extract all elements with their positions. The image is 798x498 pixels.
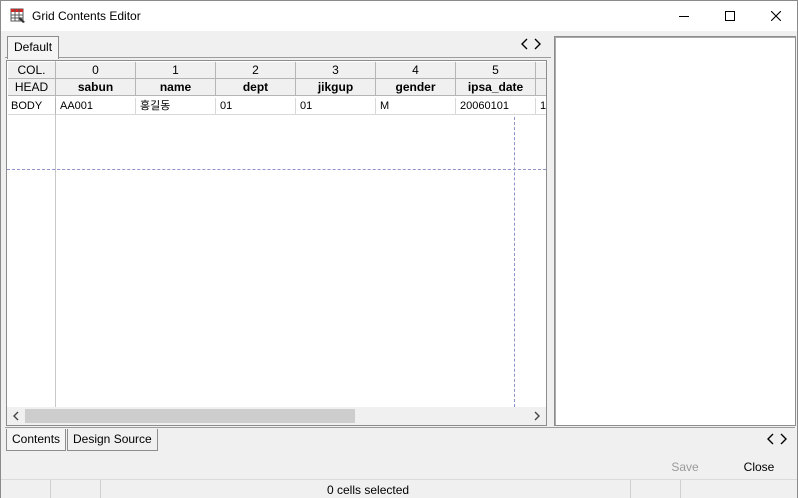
status-bar: 0 cells selected [1,479,797,498]
save-button[interactable]: Save [665,459,705,475]
close-icon [771,11,781,21]
title-bar: Grid Contents Editor [1,1,797,31]
tab-design-source[interactable]: Design Source [67,429,158,451]
head-row-header[interactable]: HEAD [8,79,56,96]
status-segment [631,480,681,498]
body-cell[interactable]: 01 [296,98,376,115]
view-tab-strip: Contents Design Source [5,427,795,451]
column-index-header[interactable]: 1 [136,62,216,79]
page-break-line-horizontal [7,169,546,170]
close-button[interactable]: Close [739,459,779,475]
grid-area[interactable]: COL. HEAD BODY 0 1 2 3 4 5 sabun name de… [7,61,546,407]
page-break-line-vertical [514,117,515,407]
column-index-header[interactable]: 0 [56,62,136,79]
column-index-header[interactable]: 2 [216,62,296,79]
col-row-header[interactable]: COL. [8,62,56,79]
preview-panel [554,36,796,426]
maximize-button[interactable] [707,1,753,31]
grid-contents-panel[interactable]: COL. HEAD BODY 0 1 2 3 4 5 sabun name de… [6,60,547,426]
body-cell[interactable]: 1 [536,98,546,115]
head-cell[interactable]: sabun [56,79,136,96]
head-cell[interactable] [536,79,546,96]
head-cell[interactable]: name [136,79,216,96]
head-cell[interactable]: jikgup [296,79,376,96]
column-index-header[interactable]: 5 [456,62,536,79]
head-cell[interactable]: ipsa_date [456,79,536,96]
close-window-button[interactable] [753,1,798,31]
body-cell[interactable]: 홍길동 [136,98,216,115]
bottom-tab-scroll-right-icon[interactable] [778,433,788,445]
tab-default[interactable]: Default [7,36,60,59]
body-cell[interactable]: 20060101 [456,98,536,115]
body-row-header[interactable]: BODY [8,98,56,115]
head-cell[interactable]: dept [216,79,296,96]
body-cell[interactable]: M [376,98,456,115]
scrollbar-thumb[interactable] [25,409,355,423]
tab-scroll-left-icon[interactable] [520,38,530,50]
selection-status-text: 0 cells selected [327,483,410,497]
grid-contents-editor-window: Grid Contents Editor Default COL. HEAD B… [0,0,798,498]
maximize-icon [725,11,735,21]
status-segment [51,480,101,498]
minimize-icon [679,16,689,17]
grid-editor-app-icon [10,8,25,23]
scroll-left-arrow-icon[interactable] [10,410,22,422]
body-cell[interactable]: 01 [216,98,296,115]
bottom-tab-scroll-left-icon[interactable] [766,433,776,445]
body-cell[interactable]: AA001 [56,98,136,115]
window-title: Grid Contents Editor [32,9,141,23]
column-index-header[interactable]: 3 [296,62,376,79]
column-index-header[interactable] [536,62,546,79]
tab-scroll-right-icon[interactable] [532,38,542,50]
head-cell[interactable]: gender [376,79,456,96]
horizontal-scrollbar[interactable] [7,407,546,425]
tab-contents[interactable]: Contents [6,429,67,451]
scroll-right-arrow-icon[interactable] [531,410,543,422]
minimize-button[interactable] [661,1,707,31]
column-index-header[interactable]: 4 [376,62,456,79]
grid-tab-strip: Default [5,34,551,59]
status-segment [1,480,51,498]
